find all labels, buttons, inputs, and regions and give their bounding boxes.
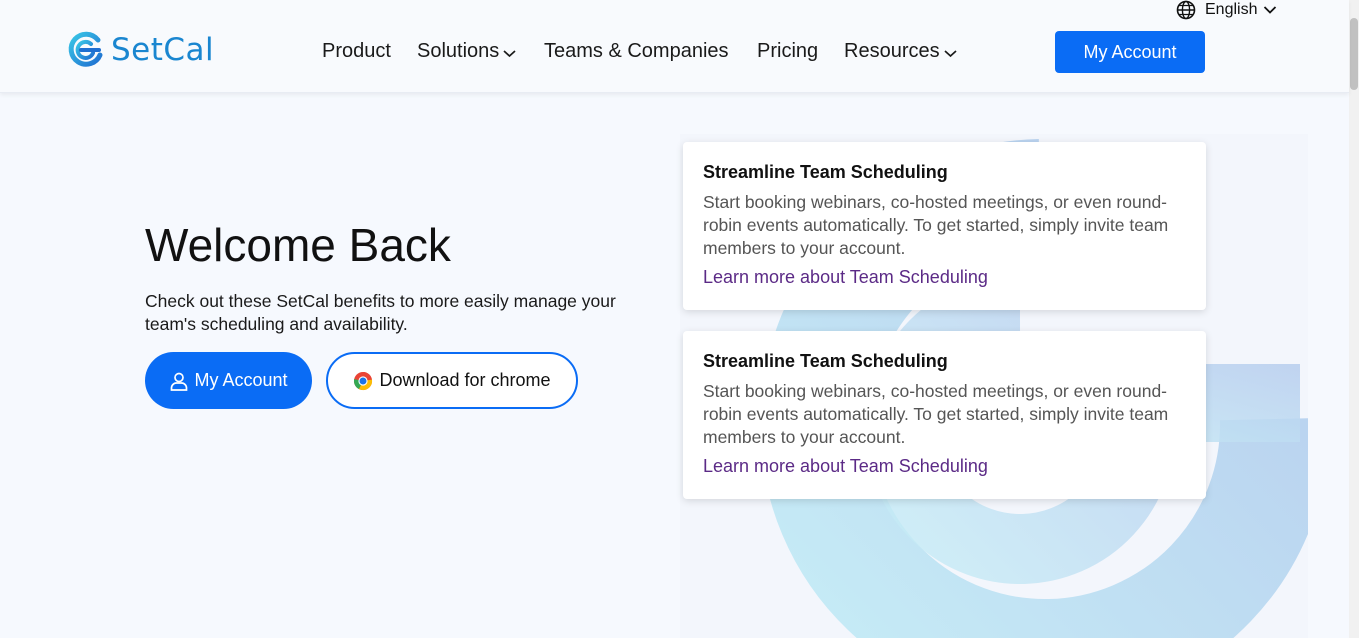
scrollbar-track[interactable] <box>1349 0 1359 638</box>
nav-pricing-label: Pricing <box>757 40 819 62</box>
card-title: Streamline Team Scheduling <box>703 162 948 182</box>
download-chrome-label: Download for chrome <box>379 370 551 390</box>
my-account-header-button[interactable]: My Account <box>1055 31 1205 73</box>
my-account-label: My Account <box>194 370 288 390</box>
site-header: SetCal English Product Solutions Teams &… <box>0 0 1349 93</box>
benefit-card: Streamline Team Scheduling Start booking… <box>683 331 1206 499</box>
setcal-logo[interactable]: SetCal <box>67 30 214 70</box>
nav-product[interactable]: Product <box>322 40 391 63</box>
card-learn-more-link[interactable]: Learn more about Team Scheduling <box>703 267 1186 288</box>
chevron-down-icon <box>503 49 516 57</box>
user-icon <box>171 372 188 391</box>
chevron-down-icon <box>1264 6 1277 14</box>
page-title: Welcome Back <box>145 219 451 271</box>
nav-solutions[interactable]: Solutions <box>417 40 516 63</box>
benefit-card: Streamline Team Scheduling Start booking… <box>683 142 1206 310</box>
card-body: Start booking webinars, co-hosted meetin… <box>703 381 1169 447</box>
chevron-down-icon <box>944 49 957 57</box>
nav-pricing[interactable]: Pricing <box>757 40 818 63</box>
scrollbar-thumb[interactable] <box>1350 18 1358 90</box>
language-selector[interactable]: English <box>1176 0 1277 20</box>
card-learn-more-link[interactable]: Learn more about Team Scheduling <box>703 456 1186 477</box>
nav-solutions-label: Solutions <box>417 40 500 62</box>
nav-teams-label: Teams & Companies <box>544 40 729 62</box>
chrome-icon <box>354 371 373 390</box>
nav-teams-companies[interactable]: Teams & Companies <box>544 40 729 63</box>
download-chrome-button[interactable]: Download for chrome <box>326 352 578 409</box>
nav-product-label: Product <box>322 40 391 62</box>
my-account-button[interactable]: My Account <box>145 352 312 409</box>
card-title: Streamline Team Scheduling <box>703 351 948 371</box>
setcal-logo-icon <box>68 31 103 67</box>
nav-resources[interactable]: Resources <box>844 40 957 63</box>
globe-icon <box>1176 0 1196 20</box>
card-body: Start booking webinars, co-hosted meetin… <box>703 192 1169 258</box>
nav-resources-label: Resources <box>844 40 940 62</box>
logo-text: SetCal <box>111 32 215 68</box>
hero-subtitle: Check out these SetCal benefits to more … <box>145 291 616 334</box>
language-label: English <box>1205 1 1258 18</box>
